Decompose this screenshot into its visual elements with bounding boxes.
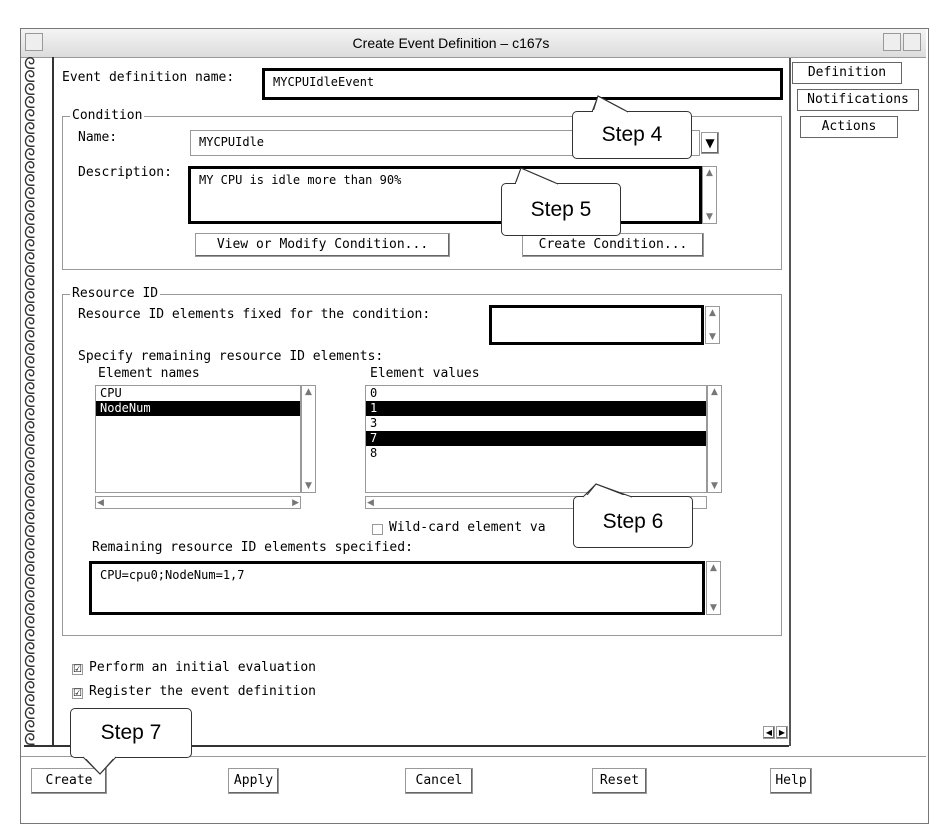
callout-tail-joins [82,95,633,775]
